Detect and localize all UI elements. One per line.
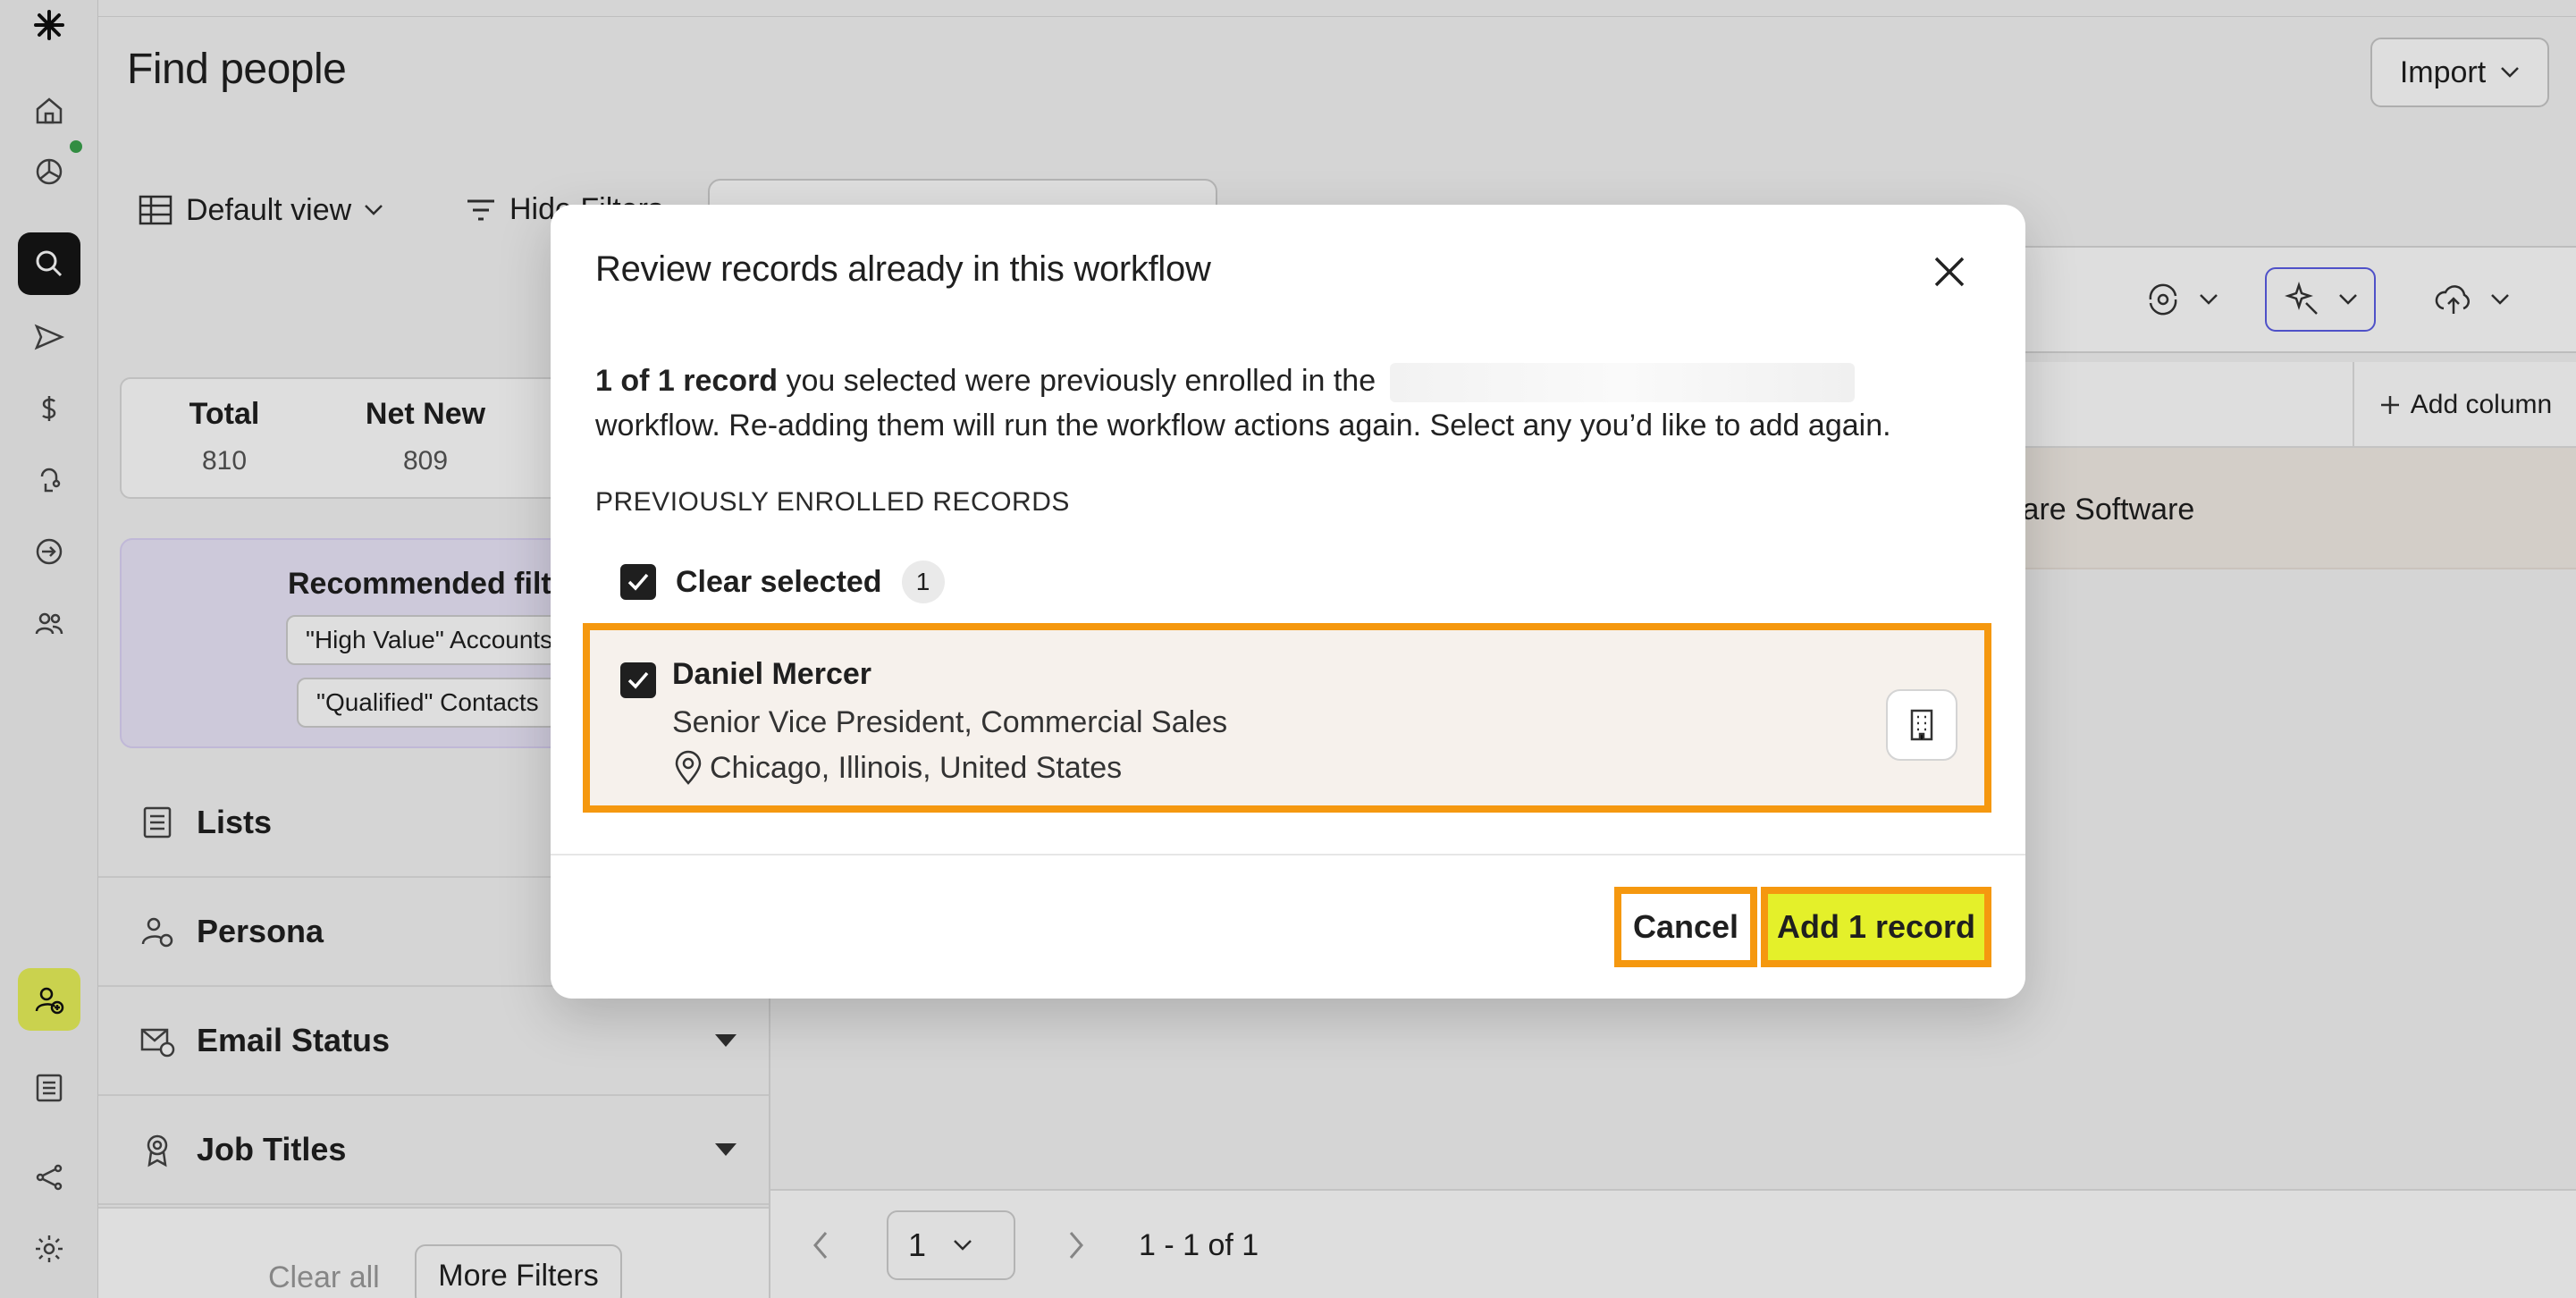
clear-selected-toggle[interactable]: Clear selected 1 bbox=[620, 560, 945, 603]
description-part-2: workflow. Re-adding them will run the wo… bbox=[595, 409, 1891, 442]
building-icon bbox=[1910, 709, 1933, 741]
description-part-1: you selected were previously enrolled in… bbox=[778, 364, 1376, 398]
redacted-workflow-name bbox=[1389, 363, 1855, 403]
checkmark-icon bbox=[627, 573, 649, 591]
modal-title: Review records already in this workflow bbox=[595, 249, 1211, 289]
record-checkbox[interactable] bbox=[620, 662, 656, 698]
location-pin-icon bbox=[675, 750, 702, 785]
cancel-button[interactable]: Cancel bbox=[1614, 887, 1757, 967]
record-location: Chicago, Illinois, United States bbox=[672, 750, 1122, 786]
review-records-modal: Review records already in this workflow … bbox=[551, 205, 2025, 999]
record-title: Senior Vice President, Commercial Sales bbox=[672, 705, 1228, 739]
modal-footer-divider bbox=[551, 854, 2025, 856]
app: Find people Import Default view Hide Fil… bbox=[0, 0, 2576, 1298]
clear-selected-checkbox[interactable] bbox=[620, 564, 656, 600]
section-label: PREVIOUSLY ENROLLED RECORDS bbox=[595, 487, 1070, 517]
company-button[interactable] bbox=[1886, 689, 1957, 761]
modal-description: 1 of 1 record you selected were previous… bbox=[595, 358, 1990, 448]
clear-selected-label: Clear selected bbox=[676, 564, 882, 599]
selected-count-badge: 1 bbox=[901, 560, 945, 603]
add-record-button[interactable]: Add 1 record bbox=[1761, 887, 1991, 967]
record-count-text: 1 of 1 record bbox=[595, 364, 779, 398]
close-icon[interactable] bbox=[1927, 249, 1972, 294]
record-card[interactable]: Daniel Mercer Senior Vice President, Com… bbox=[583, 623, 1991, 813]
record-name: Daniel Mercer bbox=[672, 657, 871, 691]
record-location-text: Chicago, Illinois, United States bbox=[710, 750, 1123, 785]
checkmark-icon bbox=[627, 671, 649, 689]
